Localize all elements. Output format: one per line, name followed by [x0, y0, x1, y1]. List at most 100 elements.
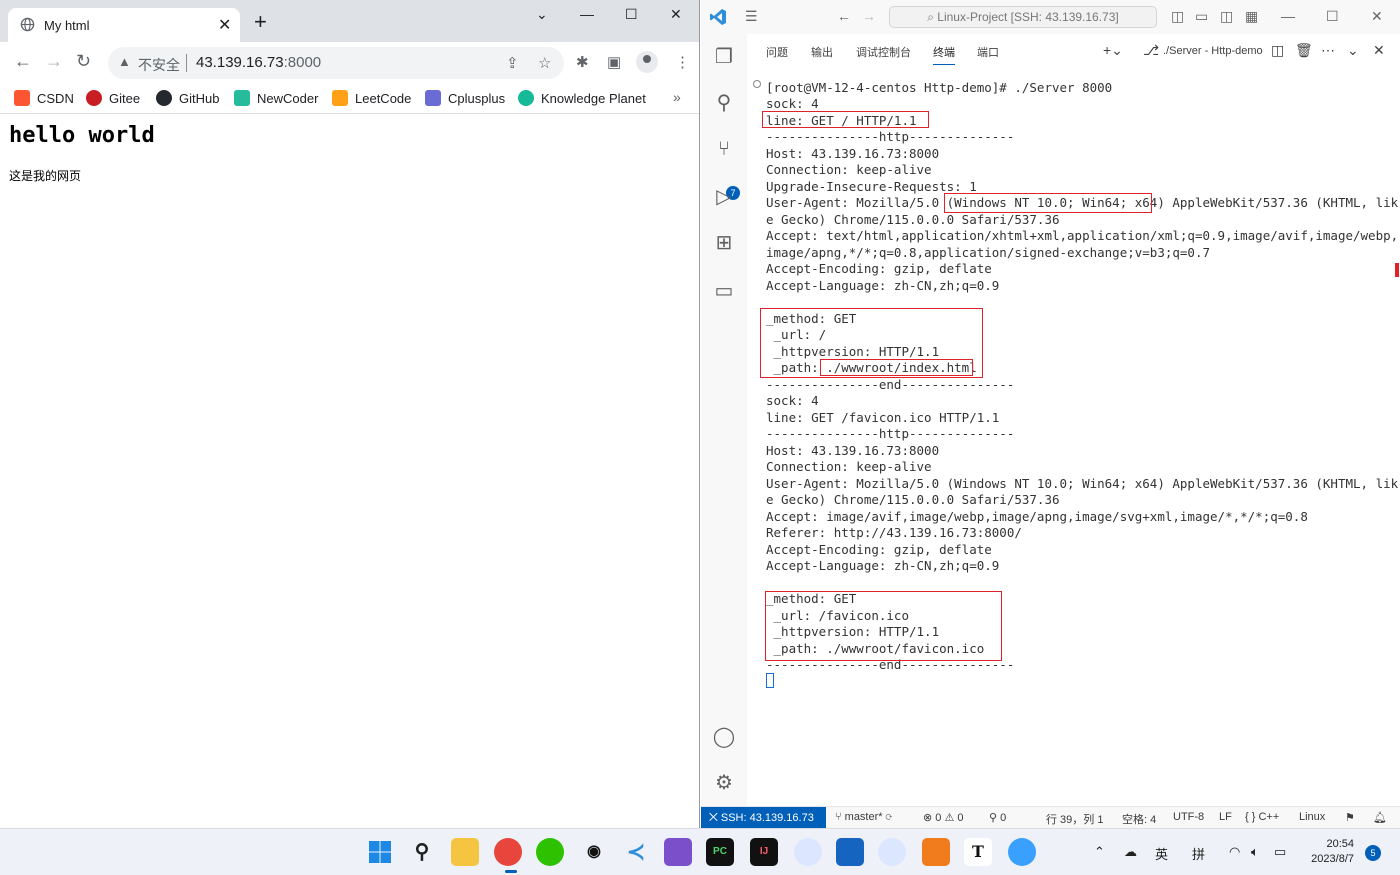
nav-back-icon[interactable]: ← — [837, 8, 851, 24]
tab-search-icon[interactable]: ⌄ — [536, 6, 548, 23]
browser-tab[interactable]: My html ✕ — [8, 8, 240, 42]
start-icon[interactable] — [366, 838, 394, 866]
close-tab-icon[interactable]: ✕ — [218, 15, 231, 35]
command-center[interactable]: ⌕ Linux-Project [SSH: 43.139.16.73] — [889, 6, 1157, 28]
battery-icon[interactable]: ▭ — [1274, 844, 1286, 860]
app-icon[interactable] — [794, 838, 822, 866]
source-control-icon[interactable]: ⑂ — [711, 136, 737, 162]
typora-icon[interactable]: T — [964, 838, 992, 866]
minimize-button[interactable]: — — [580, 6, 594, 22]
terminal-line: Host: 43.139.16.73:8000 — [766, 146, 940, 161]
os-status[interactable]: Linux — [1299, 811, 1325, 823]
close-window-button[interactable]: ✕ — [670, 6, 682, 23]
ime-mode[interactable]: 英 — [1155, 844, 1168, 863]
chrome-icon[interactable] — [494, 838, 522, 866]
forward-icon[interactable]: → — [45, 51, 63, 72]
new-terminal-icon[interactable]: +⌄ — [1103, 42, 1123, 59]
explorer-icon[interactable]: ❐ — [711, 44, 737, 70]
close-panel-icon[interactable]: ✕ — [1373, 42, 1385, 59]
feedback-icon[interactable]: ⚑ — [1345, 811, 1355, 824]
remote-indicator[interactable]: ⨉ SSH: 43.139.16.73 — [701, 807, 826, 829]
search-icon[interactable]: ⚲ — [711, 90, 737, 116]
share-icon[interactable]: ⇪ — [506, 54, 519, 72]
tab-problems[interactable]: 问题 — [766, 44, 788, 60]
terminal-line: Accept-Encoding: gzip, deflate — [766, 542, 992, 557]
settings-gear-icon[interactable]: ⚙ — [711, 770, 737, 796]
extensions-icon[interactable]: ⊞ — [711, 230, 737, 256]
nav-forward-icon[interactable]: → — [862, 8, 876, 24]
command-decoration-icon[interactable] — [753, 80, 761, 88]
encoding-status[interactable]: UTF-8 — [1173, 811, 1204, 823]
tab-terminal[interactable]: 终端 — [933, 44, 955, 65]
terminal[interactable]: [root@VM-12-4-centos Http-demo]# ./Serve… — [747, 68, 1400, 806]
tab-output[interactable]: 输出 — [811, 44, 833, 60]
menu-icon[interactable]: ☰ — [745, 8, 758, 25]
indentation-status[interactable]: 空格: 4 — [1122, 811, 1156, 827]
toggle-panel-icon[interactable]: ▭ — [1195, 8, 1208, 25]
maximize-button[interactable]: ☐ — [1326, 8, 1339, 25]
maximize-button[interactable]: ☐ — [625, 6, 638, 23]
address-bar[interactable]: ▲ 不安全 43.139.16.73:8000 ⇪ ☆ — [108, 47, 564, 79]
terminal-line: sock: 4 — [766, 96, 819, 111]
eol-status[interactable]: LF — [1219, 811, 1232, 823]
wifi-icon[interactable]: ◠ — [1229, 844, 1240, 860]
app-icon-2[interactable] — [878, 838, 906, 866]
tab-ports[interactable]: 端口 — [977, 44, 999, 60]
accounts-icon[interactable]: ◯ — [711, 724, 737, 750]
notifications-bell-icon[interactable]: 🔔︎ — [1373, 811, 1387, 824]
address-separator — [186, 54, 187, 72]
bookmark-star-icon[interactable]: ☆ — [538, 54, 551, 72]
network-app-icon[interactable] — [1008, 838, 1036, 866]
problems-status[interactable]: ⊗ 0 ⚠ 0 — [923, 811, 963, 824]
language-status[interactable]: { } C++ — [1245, 811, 1279, 823]
profile-avatar[interactable] — [636, 51, 658, 73]
warning-icon[interactable]: ▲ — [118, 54, 131, 69]
ime-input[interactable]: 拼 — [1192, 844, 1205, 863]
file-explorer-icon[interactable] — [451, 838, 479, 866]
visual-studio-icon[interactable] — [664, 838, 692, 866]
menu-icon[interactable]: ⋮ — [675, 53, 690, 71]
cursor-position[interactable]: 行 39，列 1 — [1046, 811, 1103, 827]
globe-icon — [20, 17, 35, 32]
minimize-button[interactable]: — — [1281, 8, 1295, 24]
clock[interactable]: 20:54 2023/8/7 — [1300, 837, 1354, 867]
toggle-sidebar-icon[interactable]: ◫ — [1171, 8, 1184, 25]
maximize-panel-icon[interactable]: ⌄ — [1347, 42, 1359, 59]
split-terminal-icon[interactable]: ◫ — [1271, 42, 1284, 59]
more-bookmarks-icon[interactable]: » — [673, 89, 681, 109]
reload-icon[interactable]: ↻ — [76, 51, 91, 72]
intellij-icon[interactable]: IJ — [750, 838, 778, 866]
insecure-label[interactable]: 不安全 — [138, 55, 180, 75]
new-tab-button[interactable]: + — [254, 11, 267, 33]
chrome-active-indicator — [505, 870, 517, 873]
terminal-line: e Gecko) Chrome/115.0.0.0 Safari/537.36 — [766, 492, 1060, 507]
vscode-icon[interactable]: ≺ — [622, 838, 650, 866]
terminal-line: ---------------end--------------- — [766, 377, 1015, 392]
pdf-icon[interactable] — [922, 838, 950, 866]
ports-status[interactable]: ⚲ 0 — [989, 811, 1006, 824]
terminal-name[interactable]: ./Server - Http-demo — [1163, 45, 1263, 57]
branch-status[interactable]: ⑂ master* ⟳ — [835, 811, 892, 823]
volume-icon[interactable]: 🔈︎ — [1251, 844, 1259, 860]
notification-badge[interactable]: 5 — [1365, 845, 1381, 861]
wechat-icon[interactable] — [536, 838, 564, 866]
side-panel-icon[interactable]: ▣ — [607, 53, 621, 71]
toggle-secondary-sidebar-icon[interactable]: ◫ — [1220, 8, 1233, 25]
run-debug-icon[interactable]: ▷ — [711, 184, 737, 210]
more-actions-icon[interactable]: ⋯ — [1321, 42, 1335, 59]
customize-layout-icon[interactable]: ▦ — [1245, 8, 1258, 25]
qq-icon[interactable]: ◉ — [580, 838, 608, 866]
extensions-icon[interactable]: ✱ — [576, 53, 589, 71]
search-icon[interactable]: ⚲ — [408, 838, 436, 866]
kill-terminal-icon[interactable]: 🗑 — [1295, 42, 1313, 59]
url-text[interactable]: 43.139.16.73:8000 — [196, 54, 321, 71]
tab-debug-console[interactable]: 调试控制台 — [856, 44, 911, 60]
close-window-button[interactable]: ✕ — [1371, 8, 1383, 25]
mail-icon[interactable] — [836, 838, 864, 866]
remote-explorer-icon[interactable]: ▭ — [711, 278, 737, 304]
pycharm-icon[interactable]: PC — [706, 838, 734, 866]
show-hidden-icons-icon[interactable]: ⌃ — [1094, 844, 1105, 860]
knowledge-planet-icon — [518, 90, 534, 106]
back-icon[interactable]: ← — [14, 51, 32, 72]
cloud-icon[interactable]: ☁ — [1124, 844, 1137, 860]
